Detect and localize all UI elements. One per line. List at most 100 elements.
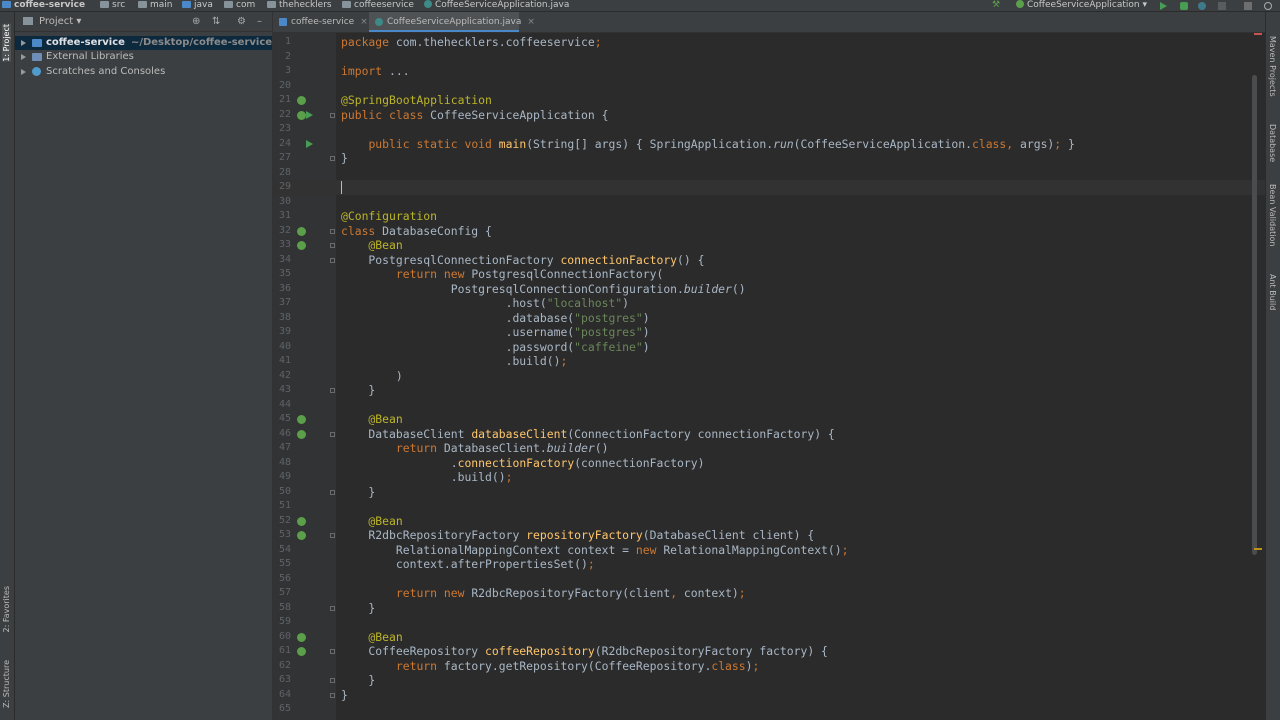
code-line[interactable]: 24 public static void main(String[] args… bbox=[273, 137, 1265, 152]
code-line[interactable]: 64} bbox=[273, 688, 1265, 703]
spring-bean-icon[interactable] bbox=[297, 96, 306, 105]
code-line[interactable]: 1 package com.thehecklers.coffeeservice; bbox=[273, 35, 1265, 50]
bean-validation-tool-button[interactable]: Bean Validation bbox=[1268, 184, 1277, 246]
code-line[interactable]: 28 bbox=[273, 166, 1265, 181]
code-line[interactable]: 2 bbox=[273, 50, 1265, 65]
code-line[interactable]: 59 bbox=[273, 615, 1265, 630]
code-line[interactable]: 42 ) bbox=[273, 369, 1265, 384]
ant-build-tool-button[interactable]: Ant Build bbox=[1268, 274, 1277, 310]
tree-item-external-libraries[interactable]: External Libraries bbox=[15, 50, 272, 64]
fold-marker-icon[interactable] bbox=[330, 257, 335, 263]
run-icon[interactable] bbox=[1160, 2, 1167, 10]
code-line[interactable]: 38 .database("postgres") bbox=[273, 311, 1265, 326]
breadcrumb-java[interactable]: java bbox=[182, 0, 213, 11]
fold-marker-icon[interactable] bbox=[330, 605, 335, 611]
code-line[interactable]: 45 @Bean bbox=[273, 412, 1265, 427]
breadcrumb-thehecklers[interactable]: thehecklers bbox=[267, 0, 332, 11]
code-line[interactable]: 37 .host("localhost") bbox=[273, 296, 1265, 311]
code-line[interactable]: 20 bbox=[273, 79, 1265, 94]
code-line[interactable]: 39 .username("postgres") bbox=[273, 325, 1265, 340]
spring-bean-icon[interactable] bbox=[297, 110, 306, 120]
error-marker[interactable] bbox=[1254, 33, 1262, 35]
spring-bean-icon[interactable] bbox=[297, 516, 306, 526]
breadcrumb-src[interactable]: src bbox=[100, 0, 125, 11]
run-gutter-icon[interactable] bbox=[306, 139, 313, 148]
fold-marker-icon[interactable] bbox=[330, 112, 335, 118]
expand-arrow-icon[interactable] bbox=[21, 40, 26, 46]
code-line[interactable]: 52 @Bean bbox=[273, 514, 1265, 529]
breadcrumb-project[interactable]: coffee-service bbox=[2, 0, 85, 11]
code-line[interactable]: 49 .build(); bbox=[273, 470, 1265, 485]
spring-bean-icon[interactable] bbox=[297, 226, 306, 236]
hide-icon[interactable]: – bbox=[257, 17, 266, 27]
fold-marker-icon[interactable] bbox=[330, 692, 335, 698]
code-editor[interactable]: 1 package com.thehecklers.coffeeservice; 2… bbox=[273, 33, 1265, 720]
project-structure-icon[interactable] bbox=[1244, 2, 1252, 10]
run-gutter-icon[interactable] bbox=[306, 110, 313, 119]
code-line[interactable]: 53 R2dbcRepositoryFactory repositoryFact… bbox=[273, 528, 1265, 543]
code-line[interactable]: 33 @Bean bbox=[273, 238, 1265, 253]
expand-arrow-icon[interactable] bbox=[21, 69, 26, 75]
code-line[interactable]: 30 bbox=[273, 195, 1265, 210]
code-line[interactable]: 62 return factory.getRepository(CoffeeRe… bbox=[273, 659, 1265, 674]
fold-marker-icon[interactable] bbox=[330, 489, 335, 495]
code-line[interactable]: 21 @SpringBootApplication bbox=[273, 93, 1265, 108]
fold-marker-icon[interactable] bbox=[330, 228, 335, 234]
structure-tool-button[interactable]: Z: Structure bbox=[2, 660, 11, 708]
locate-icon[interactable]: ⊕ bbox=[192, 17, 201, 27]
code-line[interactable]: 3 import ... bbox=[273, 64, 1265, 79]
code-line[interactable]: 41 .build(); bbox=[273, 354, 1265, 369]
collapse-icon[interactable]: ⇅ bbox=[212, 17, 221, 27]
code-line[interactable]: 51 bbox=[273, 499, 1265, 514]
fold-marker-icon[interactable] bbox=[330, 243, 335, 248]
build-icon[interactable]: ⚒ bbox=[992, 0, 1000, 10]
code-line[interactable]: 57 return new R2dbcRepositoryFactory(cli… bbox=[273, 586, 1265, 601]
fold-marker-icon[interactable] bbox=[330, 533, 335, 538]
breadcrumb-main[interactable]: main bbox=[138, 0, 173, 11]
code-line[interactable]: 27} bbox=[273, 151, 1265, 166]
spring-bean-icon[interactable] bbox=[297, 241, 306, 250]
spring-bean-icon[interactable] bbox=[297, 415, 306, 424]
code-line[interactable]: 22 public class CoffeeServiceApplication … bbox=[273, 108, 1265, 123]
code-line[interactable]: 61 CoffeeRepository coffeeRepository(R2d… bbox=[273, 644, 1265, 659]
code-line[interactable]: 23 bbox=[273, 122, 1265, 137]
spring-bean-icon[interactable] bbox=[297, 647, 306, 656]
favorites-tool-button[interactable]: 2: Favorites bbox=[2, 586, 11, 632]
code-line[interactable]: 48 .connectionFactory(connectionFactory) bbox=[273, 456, 1265, 471]
maven-projects-tool-button[interactable]: Maven Projects bbox=[1268, 36, 1277, 97]
code-line[interactable]: 29 bbox=[273, 180, 1265, 195]
code-line[interactable]: 55 context.afterPropertiesSet(); bbox=[273, 557, 1265, 572]
code-line[interactable]: 46 DatabaseClient databaseClient(Connect… bbox=[273, 427, 1265, 442]
breadcrumb-file[interactable]: CoffeeServiceApplication.java bbox=[424, 0, 569, 11]
search-icon[interactable] bbox=[1264, 2, 1272, 10]
code-line[interactable]: 63 } bbox=[273, 673, 1265, 688]
close-icon[interactable]: × bbox=[527, 17, 535, 27]
gear-icon[interactable]: ⚙ bbox=[237, 17, 246, 27]
fold-marker-icon[interactable] bbox=[330, 156, 335, 161]
expand-arrow-icon[interactable] bbox=[21, 54, 26, 60]
code-line[interactable]: 60 @Bean bbox=[273, 630, 1265, 645]
tab-coffee-service-application[interactable]: CoffeeServiceApplication.java × bbox=[369, 12, 535, 32]
warning-marker[interactable] bbox=[1254, 548, 1262, 550]
coverage-icon[interactable] bbox=[1198, 2, 1206, 10]
breadcrumb-coffeeservice[interactable]: coffeeservice bbox=[342, 0, 414, 11]
stop-icon[interactable] bbox=[1218, 2, 1226, 10]
breadcrumb-com[interactable]: com bbox=[224, 0, 255, 11]
tree-item-coffee-service[interactable]: coffee-service ~/Desktop/coffee-service bbox=[15, 36, 272, 50]
debug-icon[interactable] bbox=[1180, 2, 1188, 10]
fold-marker-icon[interactable] bbox=[330, 649, 335, 654]
spring-bean-icon[interactable] bbox=[297, 531, 306, 540]
spring-bean-icon[interactable] bbox=[297, 632, 306, 642]
project-tool-button[interactable]: 1: Project bbox=[2, 24, 11, 62]
code-line[interactable]: 35 return new PostgresqlConnectionFactor… bbox=[273, 267, 1265, 282]
code-line[interactable]: 54 RelationalMappingContext context = ne… bbox=[273, 543, 1265, 558]
code-line[interactable]: 47 return DatabaseClient.builder() bbox=[273, 441, 1265, 456]
code-line[interactable]: 44 bbox=[273, 398, 1265, 413]
tab-coffee-service[interactable]: coffee-service × bbox=[273, 12, 383, 32]
spring-bean-icon[interactable] bbox=[297, 429, 306, 439]
fold-marker-icon[interactable] bbox=[330, 678, 335, 683]
editor-scrollbar[interactable] bbox=[1252, 75, 1257, 555]
fold-marker-icon[interactable] bbox=[330, 431, 335, 437]
database-tool-button[interactable]: Database bbox=[1268, 124, 1277, 162]
code-line[interactable]: 65 bbox=[273, 702, 1265, 717]
